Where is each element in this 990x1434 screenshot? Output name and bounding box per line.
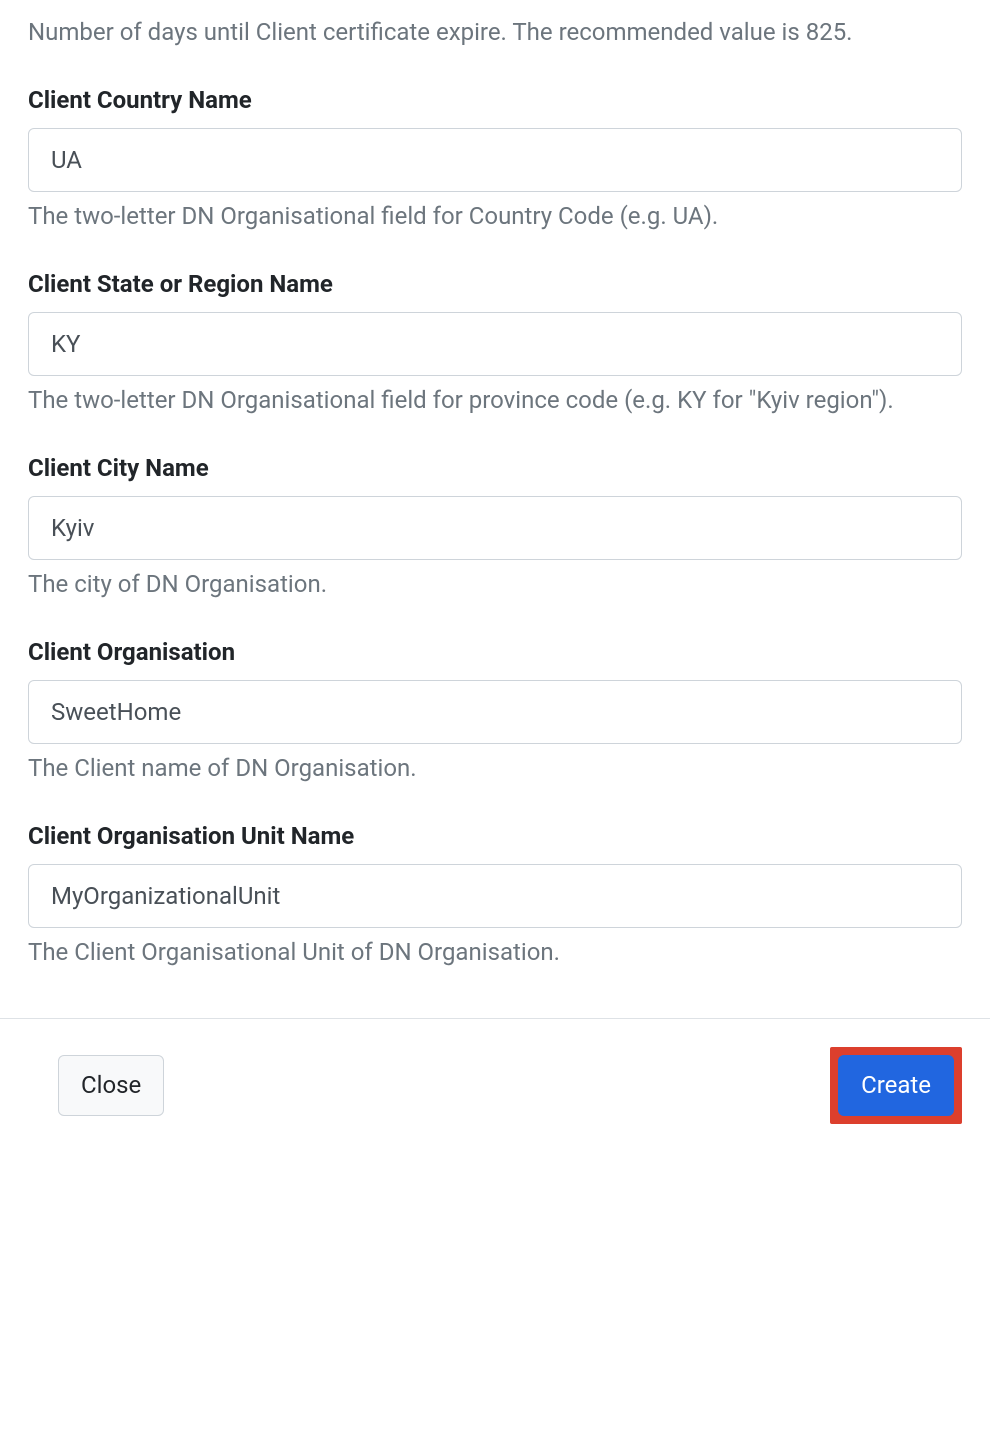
form-group-state: Client State or Region Name The two-lett…: [28, 270, 962, 418]
input-org-unit[interactable]: [28, 864, 962, 928]
label-org-unit: Client Organisation Unit Name: [28, 822, 962, 850]
label-city: Client City Name: [28, 454, 962, 482]
form-group-city: Client City Name The city of DN Organisa…: [28, 454, 962, 602]
input-state[interactable]: [28, 312, 962, 376]
help-city: The city of DN Organisation.: [28, 566, 962, 602]
label-org: Client Organisation: [28, 638, 962, 666]
footer: Close Create: [0, 1019, 990, 1152]
close-button[interactable]: Close: [58, 1055, 164, 1116]
help-country: The two-letter DN Organisational field f…: [28, 198, 962, 234]
label-state: Client State or Region Name: [28, 270, 962, 298]
form-group-country: Client Country Name The two-letter DN Or…: [28, 86, 962, 234]
form-group-org-unit: Client Organisation Unit Name The Client…: [28, 822, 962, 970]
input-city[interactable]: [28, 496, 962, 560]
help-org: The Client name of DN Organisation.: [28, 750, 962, 786]
input-org[interactable]: [28, 680, 962, 744]
help-state: The two-letter DN Organisational field f…: [28, 382, 962, 418]
input-country[interactable]: [28, 128, 962, 192]
help-org-unit: The Client Organisational Unit of DN Org…: [28, 934, 962, 970]
label-country: Client Country Name: [28, 86, 962, 114]
intro-help-text: Number of days until Client certificate …: [28, 0, 962, 50]
form-container: Number of days until Client certificate …: [0, 0, 990, 970]
create-button-highlight: Create: [830, 1047, 962, 1124]
form-group-org: Client Organisation The Client name of D…: [28, 638, 962, 786]
create-button[interactable]: Create: [838, 1055, 954, 1116]
